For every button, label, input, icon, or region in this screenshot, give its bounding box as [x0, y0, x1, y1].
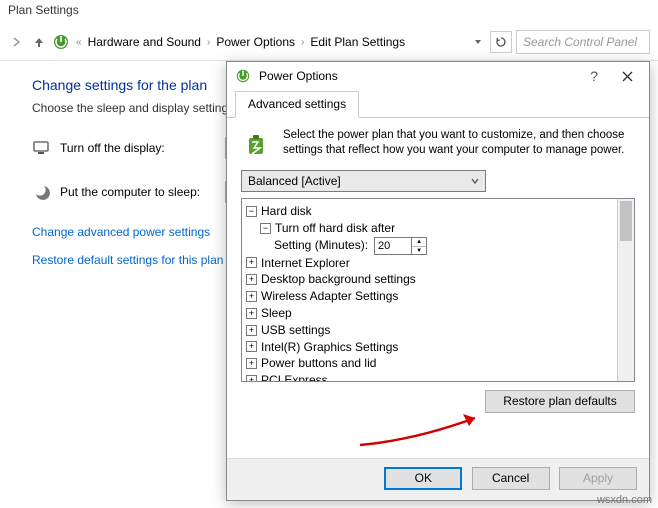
- plan-select[interactable]: Balanced [Active]: [241, 170, 486, 192]
- power-icon: [235, 68, 251, 84]
- chevron-right-icon: ›: [299, 37, 306, 48]
- power-icon: [52, 33, 70, 51]
- display-label: Turn off the display:: [60, 141, 215, 155]
- minutes-spinner[interactable]: ▲▼: [412, 237, 427, 255]
- refresh-button[interactable]: [490, 31, 512, 53]
- nav-bar: « Hardware and Sound › Power Options › E…: [0, 24, 658, 61]
- plan-select-value: Balanced [Active]: [248, 174, 341, 188]
- apply-button[interactable]: Apply: [559, 467, 637, 490]
- sleep-label: Put the computer to sleep:: [60, 185, 215, 199]
- tree-ie[interactable]: +Internet Explorer: [246, 255, 613, 272]
- tree-sleep[interactable]: +Sleep: [246, 305, 613, 322]
- search-placeholder: Search Control Panel: [523, 35, 637, 49]
- tree-intel[interactable]: +Intel(R) Graphics Settings: [246, 339, 613, 356]
- tree-pci[interactable]: +PCI Express: [246, 372, 613, 381]
- tree-hard-disk[interactable]: −Hard disk: [246, 203, 613, 220]
- restore-row: Restore plan defaults: [241, 382, 635, 421]
- restore-plan-defaults-button[interactable]: Restore plan defaults: [485, 390, 635, 413]
- search-input[interactable]: Search Control Panel: [516, 30, 650, 54]
- minutes-input[interactable]: [374, 237, 412, 255]
- tree-scrollbar[interactable]: [617, 199, 634, 381]
- dialog-body: Select the power plan that you want to c…: [227, 118, 649, 458]
- description-text: Select the power plan that you want to c…: [283, 128, 635, 160]
- tab-advanced-settings[interactable]: Advanced settings: [235, 91, 359, 118]
- dialog-tabs: Advanced settings: [227, 90, 649, 118]
- tree-desktop-bg[interactable]: +Desktop background settings: [246, 271, 613, 288]
- window-title-bar: Plan Settings: [0, 0, 658, 24]
- sleep-icon: [32, 183, 50, 201]
- dialog-title-bar: Power Options ?: [227, 62, 649, 90]
- breadcrumb-dropdown-icon[interactable]: [470, 38, 486, 46]
- crumb-edit[interactable]: Edit Plan Settings: [308, 33, 407, 51]
- settings-tree: −Hard disk −Turn off hard disk after Set…: [241, 198, 635, 382]
- battery-icon: [241, 128, 273, 160]
- nav-forward-icon[interactable]: [8, 33, 26, 51]
- setting-label: Setting (Minutes):: [274, 237, 368, 254]
- tree-setting-minutes: Setting (Minutes): ▲▼: [246, 237, 613, 255]
- tree-power-buttons[interactable]: +Power buttons and lid: [246, 355, 613, 372]
- tree-usb[interactable]: +USB settings: [246, 322, 613, 339]
- display-icon: [32, 139, 50, 157]
- help-button[interactable]: ?: [582, 68, 606, 84]
- breadcrumb: « Hardware and Sound › Power Options › E…: [74, 33, 466, 51]
- crumb-hardware[interactable]: Hardware and Sound: [86, 33, 203, 51]
- chevron-left-icon: «: [74, 37, 84, 48]
- power-options-dialog: Power Options ? Advanced settings Select…: [226, 61, 650, 501]
- crumb-power[interactable]: Power Options: [214, 33, 297, 51]
- watermark: wsxdn.com: [597, 494, 652, 506]
- chevron-right-icon: ›: [205, 37, 212, 48]
- tree-wireless[interactable]: +Wireless Adapter Settings: [246, 288, 613, 305]
- description-row: Select the power plan that you want to c…: [241, 128, 635, 160]
- chevron-down-icon: [471, 177, 479, 185]
- tree-turn-off-hdd[interactable]: −Turn off hard disk after: [246, 220, 613, 237]
- close-button[interactable]: [614, 71, 641, 82]
- ok-button[interactable]: OK: [384, 467, 462, 490]
- dialog-footer: OK Cancel Apply: [227, 458, 649, 500]
- dialog-title: Power Options: [259, 69, 574, 83]
- tree-content: −Hard disk −Turn off hard disk after Set…: [242, 199, 617, 381]
- window-title: Plan Settings: [8, 3, 79, 17]
- cancel-button[interactable]: Cancel: [472, 467, 550, 490]
- nav-up-icon[interactable]: [30, 33, 48, 51]
